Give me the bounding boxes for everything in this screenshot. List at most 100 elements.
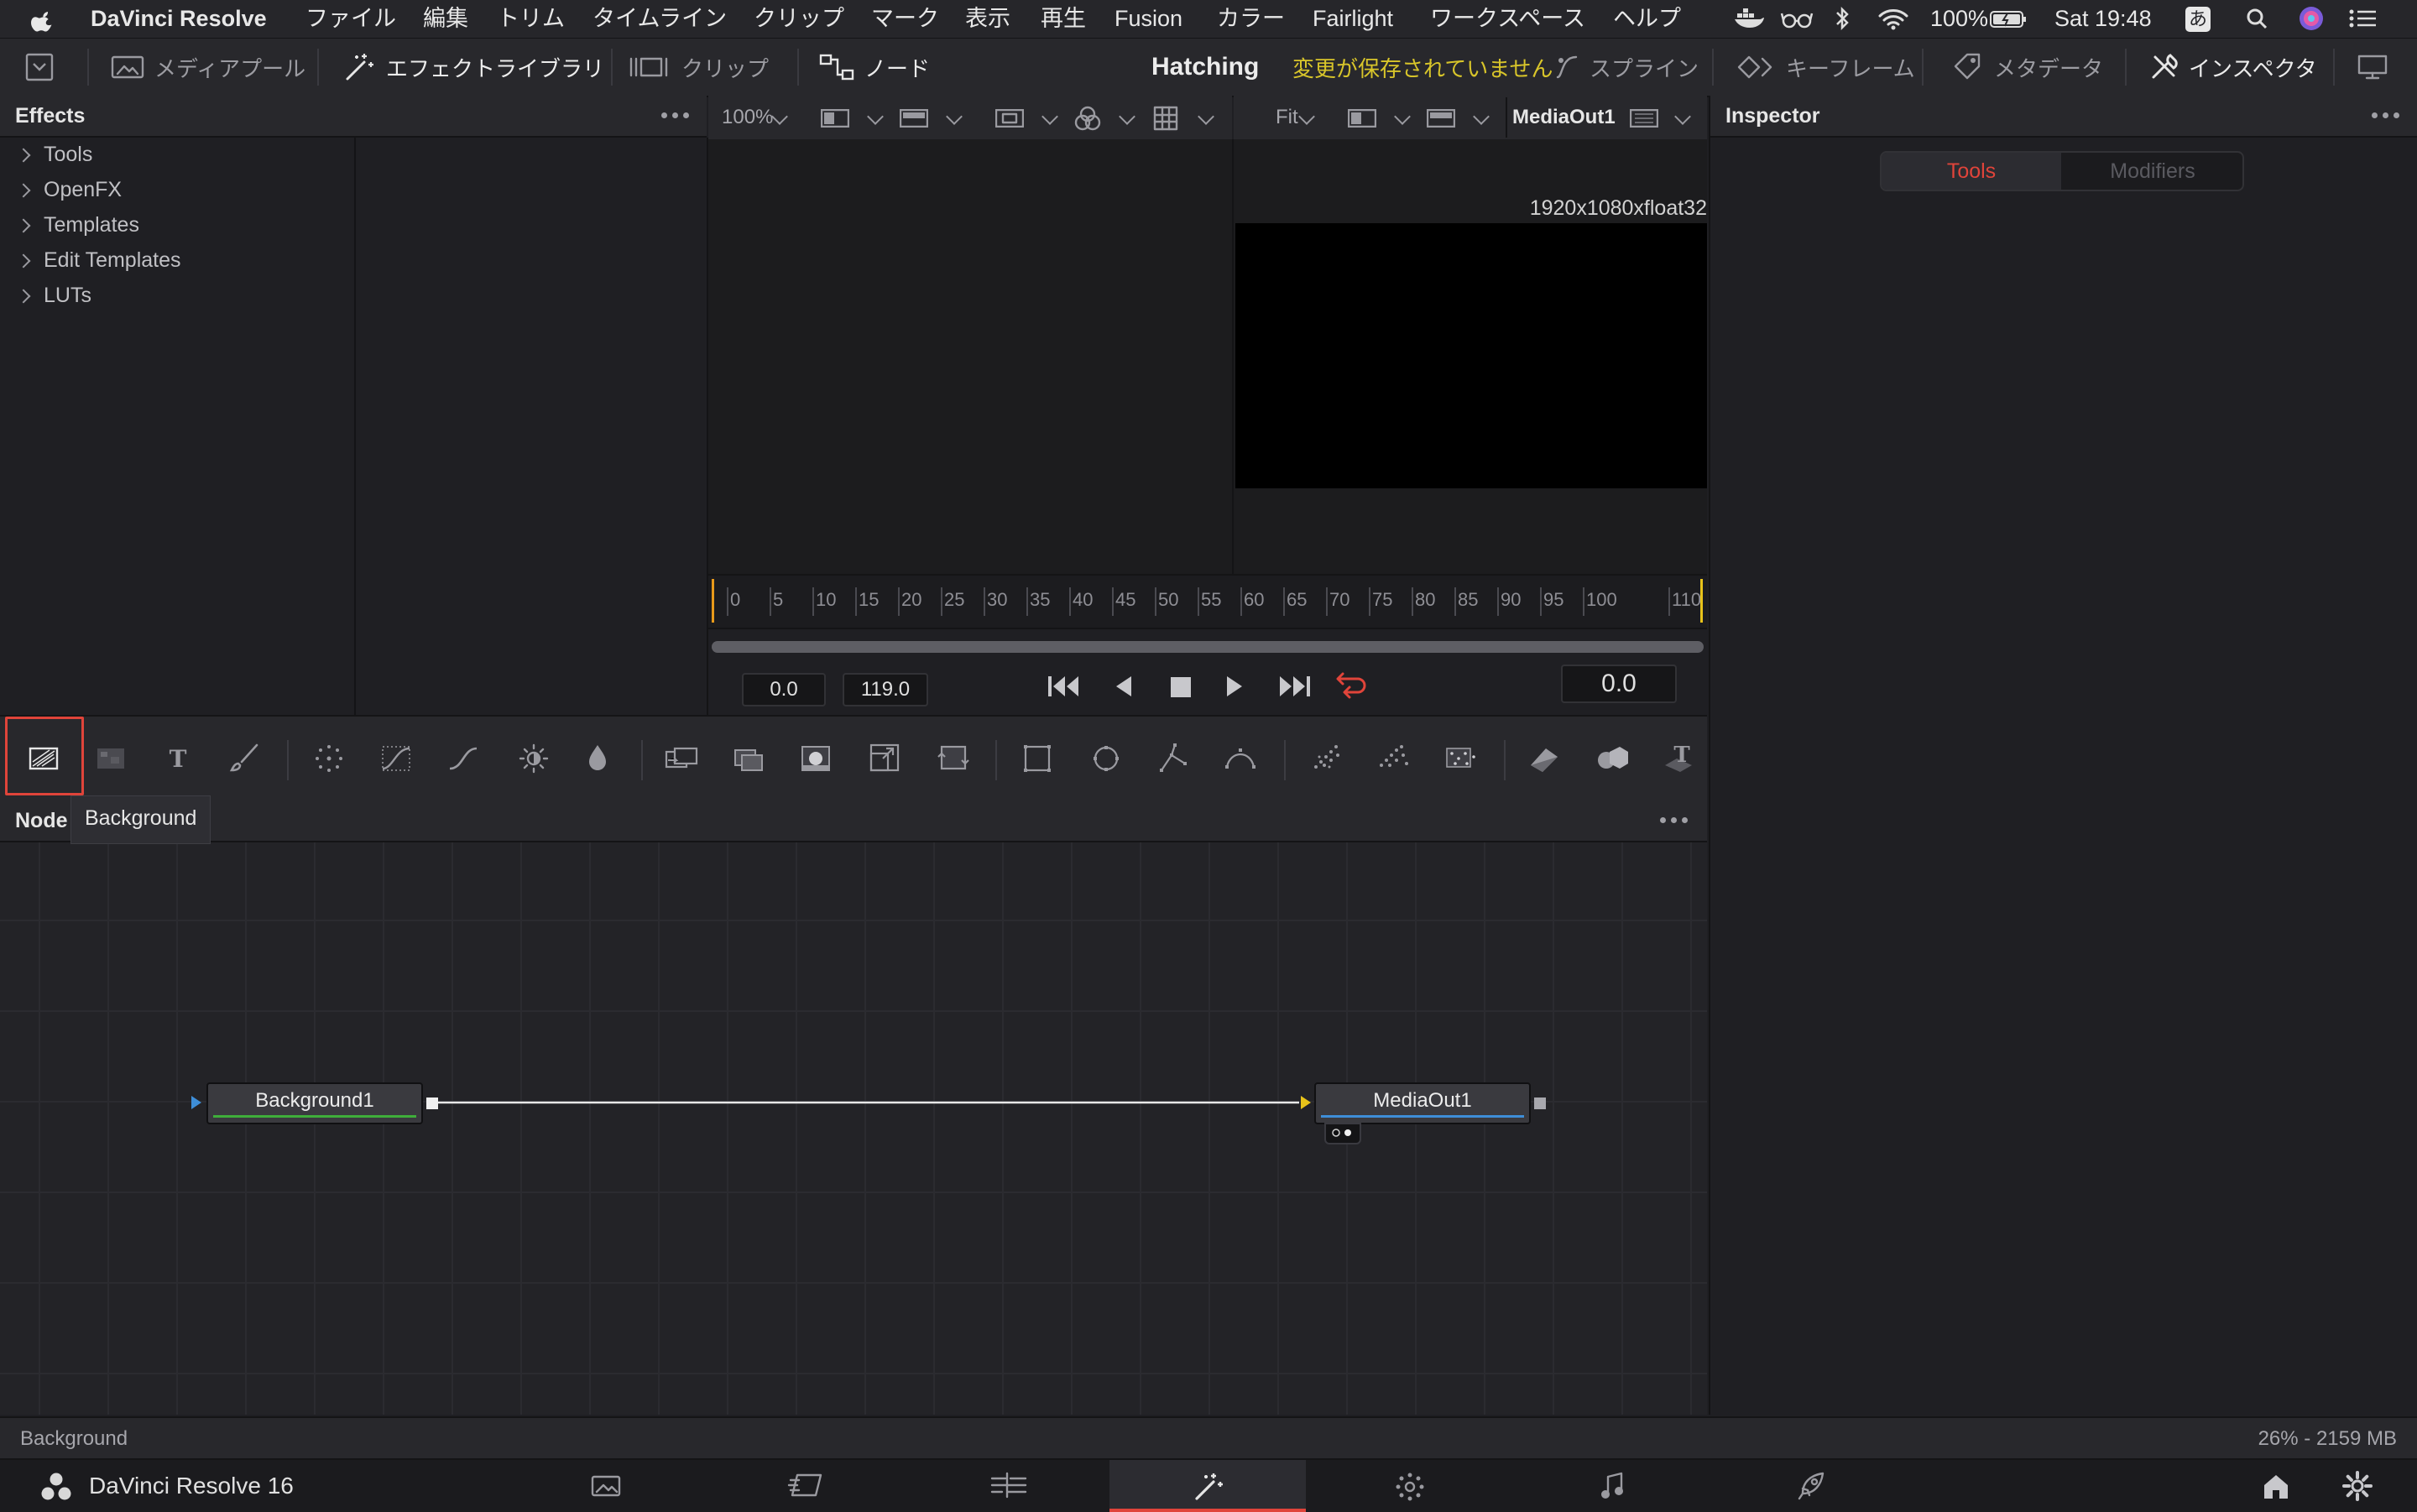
menu-trim[interactable]: トリム (497, 0, 565, 38)
blur-icon[interactable] (572, 717, 623, 800)
notification-center-icon[interactable] (2347, 0, 2380, 38)
grid-guides-icon[interactable] (1153, 106, 1178, 131)
menu-help[interactable]: ヘルプ (1613, 0, 1681, 38)
render-start-marker[interactable] (712, 579, 714, 623)
workspace-toggle-button[interactable] (25, 39, 54, 96)
menu-clip[interactable]: クリップ (754, 0, 844, 38)
go-to-start-icon[interactable] (1046, 673, 1083, 700)
fusion-page-icon[interactable] (1192, 1470, 1225, 1502)
spotlight-search-icon[interactable] (2244, 0, 2271, 38)
viewer-layout-icon[interactable] (1348, 109, 1376, 128)
inspector-button[interactable]: インスペクタ (2148, 39, 2317, 96)
color-channels-icon[interactable] (1073, 106, 1103, 131)
menu-view[interactable]: 表示 (965, 0, 1010, 38)
viewer-assign-icon[interactable] (1324, 1123, 1361, 1144)
input-mode-indicator[interactable]: あ (2185, 7, 2211, 32)
p-emitter-icon[interactable] (1301, 717, 1351, 800)
tree-item-luts[interactable]: LUTs (16, 284, 91, 308)
tree-item-openfx[interactable]: OpenFX (16, 178, 122, 202)
resize-icon[interactable] (859, 717, 910, 800)
menu-color[interactable]: カラー (1217, 0, 1285, 38)
siri-icon[interactable] (2296, 0, 2326, 38)
glasses-icon[interactable] (1779, 0, 1814, 38)
fullscreen-toggle-button[interactable] (2357, 39, 2388, 96)
node-editor-options-icon[interactable] (1660, 817, 1688, 823)
roi-icon[interactable] (995, 109, 1024, 128)
clips-button[interactable]: クリップ (629, 39, 769, 96)
apple-icon[interactable] (30, 0, 55, 38)
play-icon[interactable] (1225, 675, 1245, 698)
node-output-port[interactable] (426, 1098, 438, 1109)
paint-icon[interactable] (220, 717, 270, 800)
curve-icon[interactable] (438, 717, 488, 800)
metadata-button[interactable]: メタデータ (1950, 39, 2103, 96)
fusion-page-tab[interactable] (1109, 1460, 1306, 1512)
settings-gear-icon[interactable] (2341, 1470, 2373, 1502)
menu-file[interactable]: ファイル (305, 0, 396, 38)
left-viewer[interactable] (708, 139, 1232, 574)
tree-item-templates[interactable]: Templates (16, 213, 139, 237)
stop-icon[interactable] (1170, 676, 1192, 698)
color-page-icon[interactable] (1395, 1472, 1425, 1502)
right-viewer[interactable]: 1920x1080xfloat32 (1234, 139, 1707, 574)
text-icon[interactable]: T (153, 717, 203, 800)
merge-icon[interactable] (656, 717, 707, 800)
channel-booleans-icon[interactable] (723, 717, 774, 800)
node-editor[interactable]: Background1 MediaOut1 (0, 842, 1707, 1415)
bspline-mask-icon[interactable] (1215, 717, 1266, 800)
spline-button[interactable]: スプライン (1554, 39, 1699, 96)
menu-fairlight[interactable]: Fairlight (1313, 0, 1393, 38)
deliver-page-icon[interactable] (1796, 1470, 1826, 1502)
brightness-icon[interactable] (509, 717, 559, 800)
effects-options-icon[interactable] (661, 112, 689, 118)
matte-control-icon[interactable] (791, 717, 841, 800)
current-time-field[interactable]: 0.0 (1561, 665, 1677, 703)
keyframes-button[interactable]: キーフレーム (1737, 39, 1915, 96)
merge3d-icon[interactable] (1586, 717, 1637, 800)
edit-page-icon[interactable] (990, 1472, 1027, 1499)
fast-noise-icon[interactable] (86, 717, 136, 800)
p-render-icon[interactable] (1368, 717, 1418, 800)
viewer-node-name[interactable]: MediaOut1 (1512, 96, 1616, 139)
menu-timeline[interactable]: タイムライン (593, 0, 727, 38)
shape3d-icon[interactable] (1519, 717, 1569, 800)
tab-modifiers[interactable]: Modifiers (2063, 153, 2242, 190)
menu-workspace[interactable]: ワークスペース (1430, 0, 1585, 38)
node-mediaout1[interactable]: MediaOut1 (1314, 1082, 1531, 1124)
polygon-mask-icon[interactable] (1148, 717, 1198, 800)
transform-icon[interactable] (928, 717, 979, 800)
time-ruler[interactable]: 0 5 10 15 20 25 30 35 40 45 50 55 60 65 70 75 80 85 90 95 10… (708, 574, 1707, 629)
app-menu[interactable]: DaVinci Resolve (91, 0, 267, 38)
global-start-field[interactable]: 0.0 (742, 673, 826, 706)
node-input-arrow-icon[interactable] (1299, 1094, 1313, 1111)
menu-edit[interactable]: 編集 (423, 0, 468, 38)
node-background1[interactable]: Background1 (206, 1082, 423, 1124)
left-viewer-zoom[interactable]: 100% (722, 96, 773, 139)
tab-tools[interactable]: Tools (1882, 153, 2061, 190)
node-output-port[interactable] (1534, 1098, 1546, 1109)
menu-fusion[interactable]: Fusion (1115, 0, 1182, 38)
menu-mark[interactable]: マーク (871, 0, 939, 38)
global-end-field[interactable]: 119.0 (843, 673, 928, 706)
color-curves-icon[interactable] (371, 717, 421, 800)
right-viewer-zoom[interactable]: Fit (1276, 96, 1298, 139)
viewer-image[interactable] (1235, 223, 1707, 488)
battery-icon[interactable] (1989, 0, 2028, 38)
tree-item-tools[interactable]: Tools (16, 143, 92, 167)
play-reverse-icon[interactable] (1113, 675, 1133, 698)
home-icon[interactable] (2261, 1472, 2291, 1500)
fairlight-page-icon[interactable] (1600, 1472, 1625, 1500)
nodes-button[interactable]: ノード (819, 39, 930, 96)
effects-library-button[interactable]: エフェクトライブラリ (342, 39, 604, 96)
cut-page-icon[interactable] (787, 1472, 826, 1499)
docker-icon[interactable] (1732, 0, 1766, 38)
render-end-marker[interactable] (1700, 579, 1703, 623)
rectangle-mask-icon[interactable] (1012, 717, 1062, 800)
go-to-end-icon[interactable] (1276, 673, 1313, 700)
tree-item-edit-templates[interactable]: Edit Templates (16, 248, 181, 273)
node-input-arrow-icon[interactable] (190, 1094, 203, 1111)
wifi-icon[interactable] (1877, 0, 1910, 38)
inspector-options-icon[interactable] (2372, 112, 2399, 118)
bluetooth-icon[interactable] (1831, 0, 1853, 38)
media-pool-button[interactable]: メディアプール (111, 39, 305, 96)
